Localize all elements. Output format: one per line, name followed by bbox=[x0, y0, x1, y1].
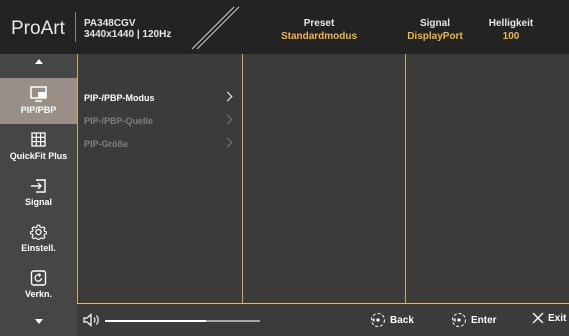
header-slash-decoration bbox=[191, 6, 240, 50]
volume-icon bbox=[83, 313, 99, 327]
pip-icon bbox=[30, 86, 47, 102]
sidebar-item-label: QuickFit Plus bbox=[9, 151, 68, 161]
osd-header: ProArt PA348CGV 3440x1440 | 120Hz Preset… bbox=[0, 0, 569, 54]
volume-slider-fill bbox=[105, 320, 206, 322]
column-divider bbox=[405, 54, 406, 304]
sidebar-item-shortcut[interactable]: Verkn. bbox=[0, 262, 77, 308]
submenu-item-pip-size: PIP-Größe bbox=[84, 139, 129, 149]
enter-button[interactable]: Enter bbox=[451, 312, 497, 328]
sidebar-item-label: Signal bbox=[24, 197, 52, 207]
preset-status: Preset Standardmodus bbox=[270, 17, 368, 43]
exit-label: Exit bbox=[548, 312, 567, 324]
submenu-item-pip-pbp-source: PIP-/PBP-Quelle bbox=[84, 116, 154, 126]
chevron-right-icon bbox=[222, 114, 233, 125]
scroll-up-arrow-icon[interactable] bbox=[35, 59, 43, 64]
brightness-status: Helligkeit 100 bbox=[476, 17, 546, 43]
joystick-press-icon bbox=[452, 313, 466, 327]
sidebar-item-settings[interactable]: Einstell. bbox=[0, 216, 77, 262]
input-icon bbox=[31, 179, 46, 193]
sidebar-item-signal[interactable]: Signal bbox=[0, 170, 77, 216]
header-divider bbox=[75, 12, 76, 42]
brightness-value: 100 bbox=[502, 31, 520, 42]
back-label: Back bbox=[390, 314, 414, 326]
sidebar-item-label: Verkn. bbox=[24, 289, 53, 299]
sidebar-item-pip-pbp[interactable]: PIP/PBP bbox=[0, 78, 77, 124]
model-spec: 3440x1440 | 120Hz bbox=[84, 29, 172, 40]
sidebar-item-label: Einstell. bbox=[21, 243, 56, 253]
column-divider bbox=[242, 54, 243, 304]
column-divider bbox=[77, 54, 78, 304]
sidebar-item-label: PIP/PBP bbox=[20, 105, 57, 115]
sidebar-item-quickfit-plus[interactable]: QuickFit Plus bbox=[0, 124, 77, 170]
enter-label: Enter bbox=[471, 314, 497, 326]
brand-logo: ProArt bbox=[11, 18, 65, 39]
brightness-label: Helligkeit bbox=[488, 18, 534, 29]
grid-icon bbox=[31, 132, 46, 147]
footer-divider bbox=[77, 303, 569, 304]
scroll-down-arrow-icon[interactable] bbox=[35, 319, 43, 324]
gear-icon bbox=[30, 224, 47, 240]
shortcut-icon bbox=[30, 270, 47, 286]
model-name: PA348CGV bbox=[84, 18, 136, 29]
signal-label: Signal bbox=[419, 18, 450, 29]
preset-label: Preset bbox=[303, 18, 335, 29]
close-icon bbox=[532, 312, 544, 324]
preset-value: Standardmodus bbox=[280, 31, 358, 42]
submenu-item-pip-pbp-mode[interactable]: PIP-/PBP-Modus bbox=[84, 93, 155, 103]
chevron-right-icon bbox=[222, 137, 233, 148]
volume-slider[interactable] bbox=[105, 320, 260, 322]
joystick-left-icon bbox=[371, 313, 385, 327]
exit-button[interactable]: Exit bbox=[532, 312, 566, 324]
back-button[interactable]: Back bbox=[370, 312, 414, 328]
signal-status: Signal DisplayPort bbox=[400, 17, 470, 43]
model-info: PA348CGV 3440x1440 | 120Hz bbox=[84, 18, 171, 40]
signal-value: DisplayPort bbox=[407, 31, 463, 42]
chevron-right-icon bbox=[222, 91, 233, 102]
